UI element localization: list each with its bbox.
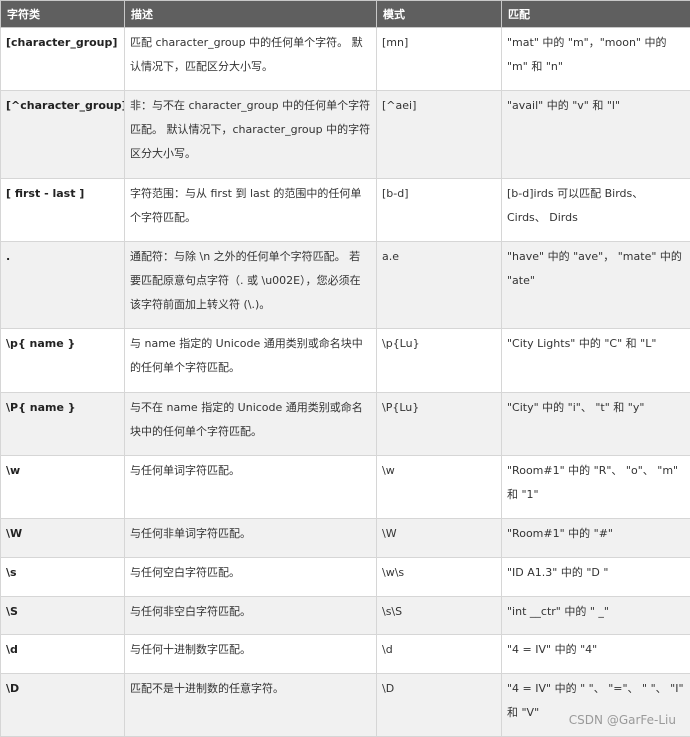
cell-match: "City" 中的 "i"、 "t" 和 "y"	[502, 393, 690, 456]
cell-match: "4 = IV" 中的 " "、 "="、 " "、 "I" 和 "V"	[502, 674, 690, 737]
cell-element: \D	[1, 674, 125, 737]
cell-match: "4 = IV" 中的 "4"	[502, 635, 690, 674]
cell-match: "ID A1.3" 中的 "D "	[502, 558, 690, 597]
table-row: \d 与任何十进制数字匹配。 \d "4 = IV" 中的 "4"	[1, 635, 690, 674]
cell-description: 非：与不在 character_group 中的任何单个字符匹配。 默认情况下，…	[125, 91, 377, 179]
cell-pattern: \w\s	[377, 558, 502, 597]
cell-description: 与任何空白字符匹配。	[125, 558, 377, 597]
table-row: \p{ name } 与 name 指定的 Unicode 通用类别或命名块中的…	[1, 329, 690, 393]
table-row: \w 与任何单词字符匹配。 \w "Room#1" 中的 "R"、 "o"、 "…	[1, 456, 690, 519]
cell-description: 与不在 name 指定的 Unicode 通用类别或命名块中的任何单个字符匹配。	[125, 393, 377, 456]
regex-character-class-table: 字符类 描述 模式 匹配 [character_group] 匹配 charac…	[0, 0, 690, 737]
cell-pattern: \s\S	[377, 597, 502, 635]
cell-description: 与任何十进制数字匹配。	[125, 635, 377, 674]
cell-match: "avail" 中的 "v" 和 "l"	[502, 91, 690, 179]
table-row: \D 匹配不是十进制数的任意字符。 \D "4 = IV" 中的 " "、 "=…	[1, 674, 690, 737]
cell-match: "int __ctr" 中的 " _"	[502, 597, 690, 635]
cell-element: \P{ name }	[1, 393, 125, 456]
header-character-class: 字符类	[1, 1, 125, 28]
cell-match: "Room#1" 中的 "R"、 "o"、 "m" 和 "1"	[502, 456, 690, 519]
header-match: 匹配	[502, 1, 690, 28]
cell-pattern: \d	[377, 635, 502, 674]
cell-pattern: \p{Lu}	[377, 329, 502, 393]
cell-match: "have" 中的 "ave"， "mate" 中的 "ate"	[502, 242, 690, 329]
cell-element: \S	[1, 597, 125, 635]
cell-pattern: a.e	[377, 242, 502, 329]
cell-element: \d	[1, 635, 125, 674]
cell-match: "Room#1" 中的 "#"	[502, 519, 690, 558]
cell-description: 与任何单词字符匹配。	[125, 456, 377, 519]
cell-element: \s	[1, 558, 125, 597]
cell-description: 字符范围：与从 first 到 last 的范围中的任何单个字符匹配。	[125, 179, 377, 242]
cell-description: 匹配不是十进制数的任意字符。	[125, 674, 377, 737]
cell-element: [ first - last ]	[1, 179, 125, 242]
cell-element: .	[1, 242, 125, 329]
cell-pattern: [mn]	[377, 28, 502, 91]
table-row: \P{ name } 与不在 name 指定的 Unicode 通用类别或命名块…	[1, 393, 690, 456]
cell-pattern: \w	[377, 456, 502, 519]
cell-description: 与任何非单词字符匹配。	[125, 519, 377, 558]
table-row: . 通配符：与除 \n 之外的任何单个字符匹配。 若要匹配原意句点字符（. 或 …	[1, 242, 690, 329]
cell-description: 与任何非空白字符匹配。	[125, 597, 377, 635]
table-row: \s 与任何空白字符匹配。 \w\s "ID A1.3" 中的 "D "	[1, 558, 690, 597]
watermark: CSDN @GarFe-Liu	[569, 713, 676, 727]
table-header-row: 字符类 描述 模式 匹配	[1, 1, 690, 28]
table-row: [ first - last ] 字符范围：与从 first 到 last 的范…	[1, 179, 690, 242]
header-description: 描述	[125, 1, 377, 28]
cell-match: "City Lights" 中的 "C" 和 "L"	[502, 329, 690, 393]
cell-element: [^character_group]	[1, 91, 125, 179]
cell-description: 与 name 指定的 Unicode 通用类别或命名块中的任何单个字符匹配。	[125, 329, 377, 393]
cell-element: \p{ name }	[1, 329, 125, 393]
cell-match: [b-d]irds 可以匹配 Birds、 Cirds、 Dirds	[502, 179, 690, 242]
table-row: \S 与任何非空白字符匹配。 \s\S "int __ctr" 中的 " _"	[1, 597, 690, 635]
header-pattern: 模式	[377, 1, 502, 28]
cell-description: 匹配 character_group 中的任何单个字符。 默认情况下，匹配区分大…	[125, 28, 377, 91]
cell-element: \W	[1, 519, 125, 558]
cell-match: "mat" 中的 "m"，"moon" 中的 "m" 和 "n"	[502, 28, 690, 91]
cell-pattern: \P{Lu}	[377, 393, 502, 456]
cell-element: [character_group]	[1, 28, 125, 91]
table-row: [character_group] 匹配 character_group 中的任…	[1, 28, 690, 91]
table-row: \W 与任何非单词字符匹配。 \W "Room#1" 中的 "#"	[1, 519, 690, 558]
cell-pattern: \W	[377, 519, 502, 558]
cell-pattern: [b-d]	[377, 179, 502, 242]
table-row: [^character_group] 非：与不在 character_group…	[1, 91, 690, 179]
cell-pattern: \D	[377, 674, 502, 737]
cell-description: 通配符：与除 \n 之外的任何单个字符匹配。 若要匹配原意句点字符（. 或 \u…	[125, 242, 377, 329]
cell-element: \w	[1, 456, 125, 519]
cell-pattern: [^aei]	[377, 91, 502, 179]
